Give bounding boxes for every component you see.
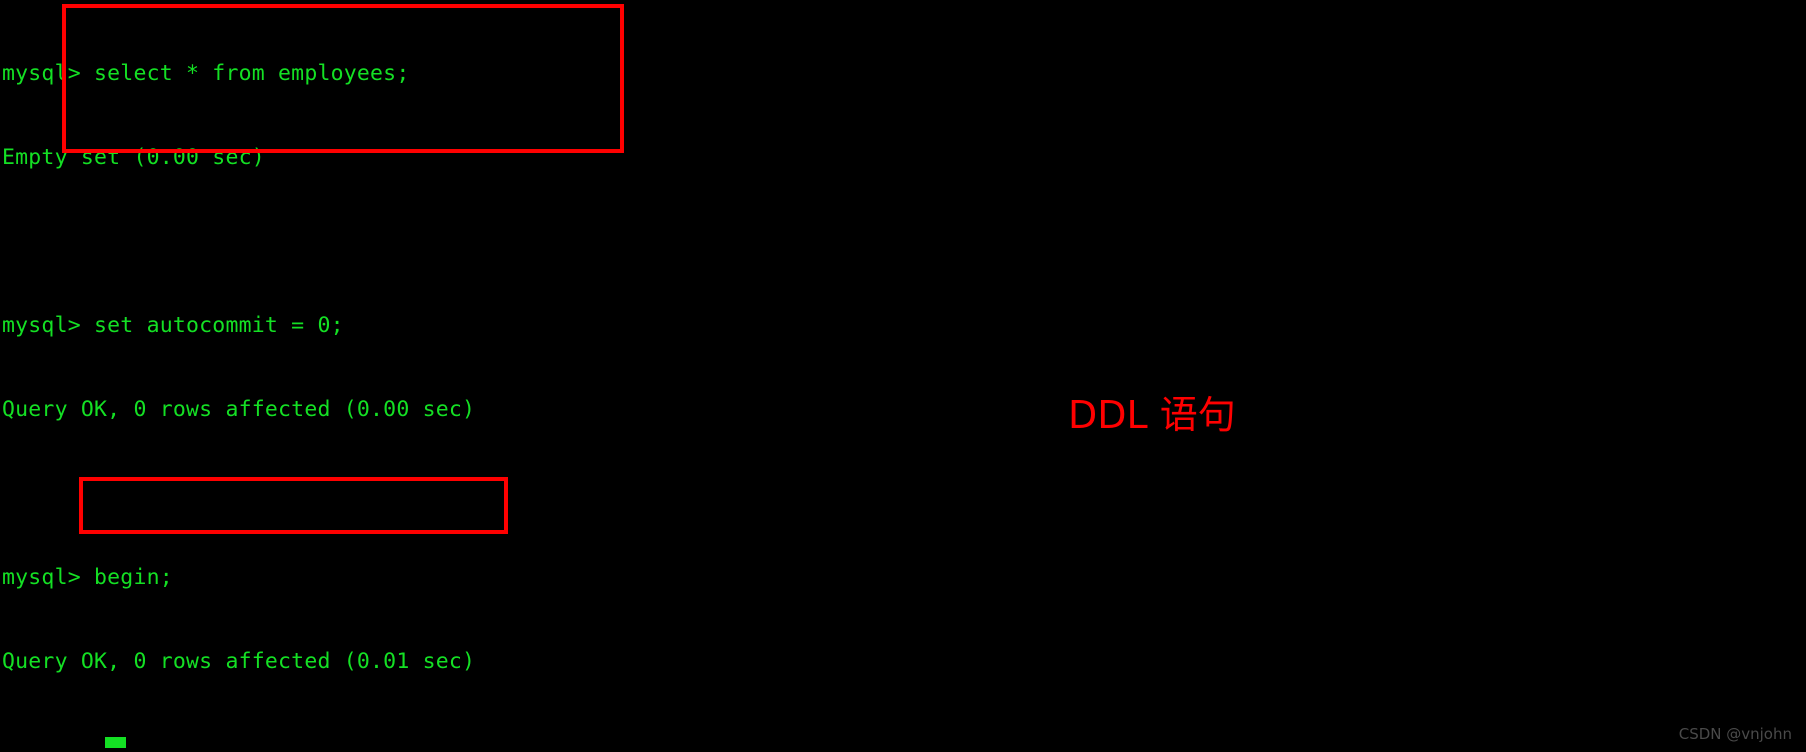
annotation-ddl-label: DDL 语句 (1068, 393, 1236, 437)
terminal-line: mysql> set autocommit = 0; (2, 313, 344, 338)
terminal-cursor (105, 737, 126, 748)
watermark-label: CSDN @vnjohn (1678, 725, 1792, 743)
terminal-line: Empty set (0.00 sec) (2, 145, 265, 170)
terminal-line: Query OK, 0 rows affected (0.00 sec) (2, 397, 476, 422)
terminal-line: mysql> begin; (2, 565, 173, 590)
terminal-line: Query OK, 0 rows affected (0.01 sec) (2, 649, 476, 674)
terminal-output: mysql> select * from employees; Empty se… (0, 0, 935, 752)
terminal-line: mysql> select * from employees; (2, 61, 410, 86)
terminal-window[interactable]: mysql> select * from employees; Empty se… (0, 0, 1806, 752)
